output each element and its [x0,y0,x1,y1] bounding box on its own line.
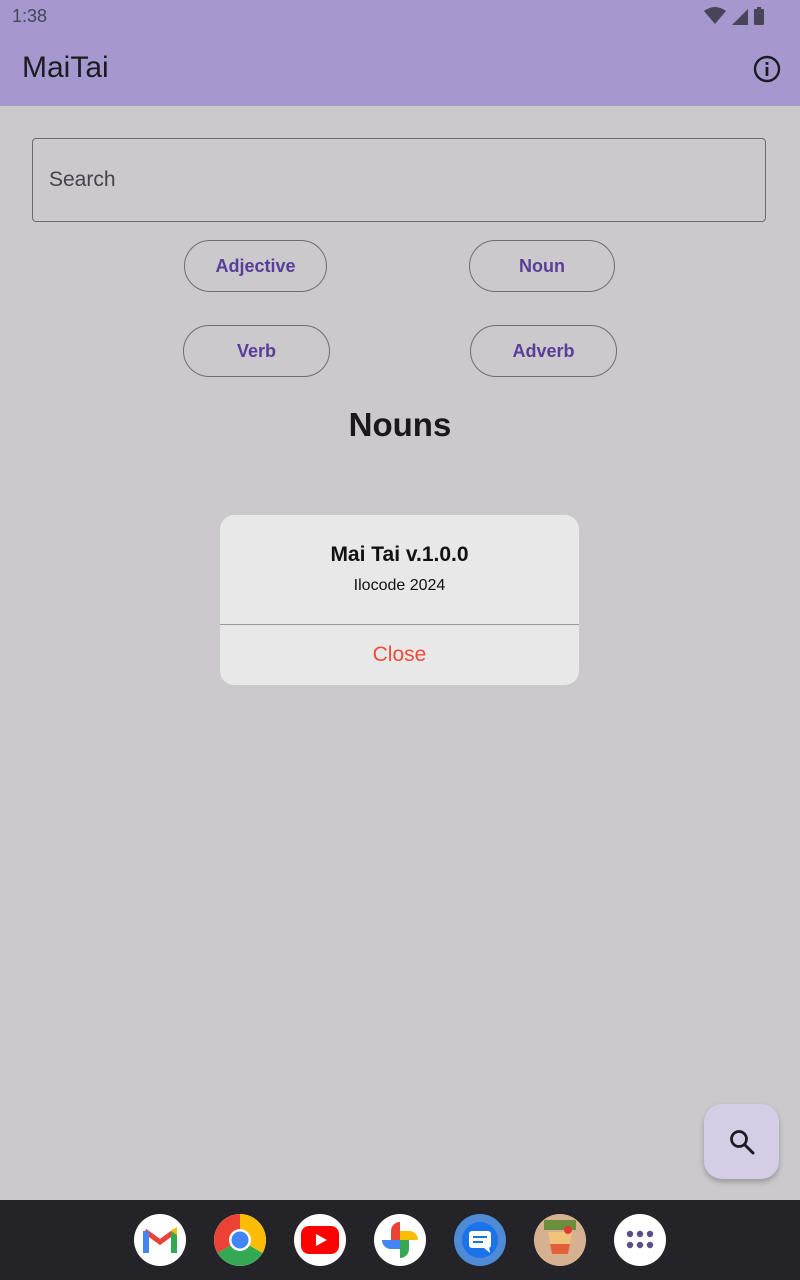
chrome-icon[interactable] [214,1214,266,1266]
filter-chip-verb[interactable]: Verb [183,325,330,377]
info-button[interactable] [752,54,782,84]
youtube-icon[interactable] [294,1214,346,1266]
about-dialog: Mai Tai v.1.0.0 Ilocode 2024 Close [220,515,579,685]
maitai-app-icon[interactable] [534,1214,586,1266]
filter-chip-adverb[interactable]: Adverb [470,325,617,377]
app-title: MaiTai [22,51,109,84]
section-title: Nouns [348,406,452,443]
wifi-icon [704,7,726,24]
gmail-icon[interactable] [134,1214,186,1266]
filter-chip-label: Adjective [215,255,296,276]
dialog-title: Mai Tai v.1.0.0 [330,543,469,566]
info-icon [753,55,781,83]
status-icons [704,6,764,26]
filter-chip-adjective[interactable]: Adjective [184,240,327,292]
filter-chip-label: Adverb [512,340,575,361]
filter-chip-label: Verb [236,340,277,361]
search-fab[interactable] [704,1104,779,1179]
app-drawer-icon[interactable] [614,1214,666,1266]
filter-chip-label: Noun [519,255,565,276]
signal-icon [732,9,748,25]
app-dock [0,1200,800,1280]
messages-icon[interactable] [454,1214,506,1266]
status-bar: 1:38 [0,0,800,32]
app-bar: MaiTai [0,32,800,106]
search-icon [729,1129,754,1154]
dialog-subtitle: Ilocode 2024 [353,577,446,594]
photos-icon[interactable] [374,1214,426,1266]
search-input[interactable]: Search [32,138,766,222]
dialog-close-button[interactable]: Close [220,625,579,685]
filter-chip-noun[interactable]: Noun [469,240,615,292]
search-placeholder: Search [49,168,116,191]
battery-icon [754,7,764,25]
status-time: 1:38 [12,6,48,26]
